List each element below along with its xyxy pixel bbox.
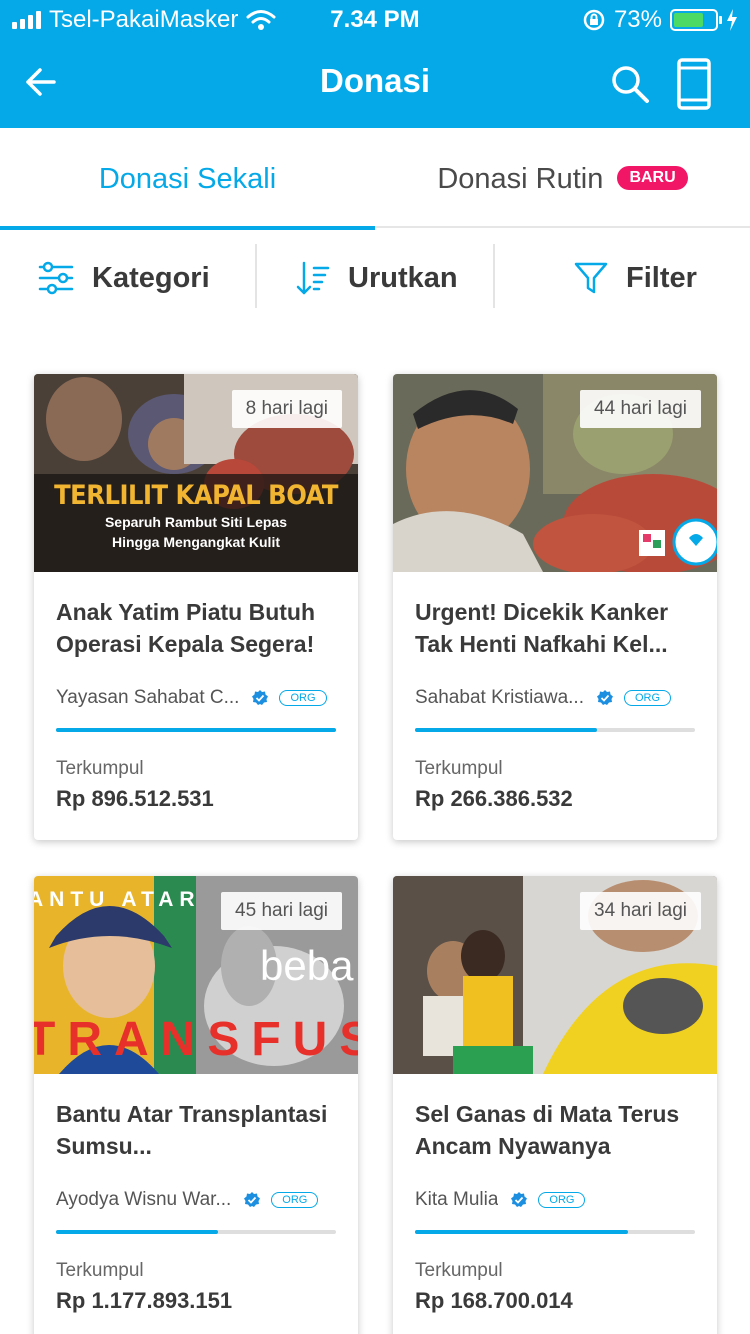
collected-amount: Rp 266.386.532 bbox=[415, 786, 573, 811]
progress-bar bbox=[56, 1230, 219, 1234]
tab-donasi-rutin[interactable]: Donasi Rutin BARU bbox=[375, 128, 750, 228]
campaign-image: 34 hari lagi bbox=[393, 876, 717, 1074]
org-tag: ORG bbox=[271, 1192, 319, 1208]
organizer-row: Yayasan Sahabat C... ORG bbox=[56, 686, 336, 710]
rotation-lock-icon bbox=[583, 9, 605, 31]
kategori-label: Kategori bbox=[92, 261, 210, 294]
progress-track bbox=[56, 728, 336, 732]
progress-bar bbox=[56, 728, 336, 732]
battery-fill bbox=[674, 13, 704, 27]
org-tag: ORG bbox=[538, 1192, 586, 1208]
collected-amount: Rp 1.177.893.151 bbox=[56, 1288, 233, 1313]
sliders-icon bbox=[38, 261, 74, 295]
battery-percent: 73% bbox=[613, 6, 662, 33]
image-headline: TERLILIT KAPAL BOAT bbox=[54, 480, 338, 511]
progress-track bbox=[56, 1230, 336, 1234]
verified-icon bbox=[596, 690, 613, 705]
campaign-image: 44 hari lagi bbox=[393, 374, 717, 572]
campaign-image: ANTU ATAR beba TRANSFUS 45 hari lagi bbox=[34, 876, 358, 1074]
campaign-title: Anak Yatim Piatu Butuh Operasi Kepala Se… bbox=[56, 599, 316, 657]
collected-label: Terkumpul bbox=[56, 758, 144, 779]
funnel-icon bbox=[574, 262, 608, 294]
verified-icon bbox=[252, 690, 269, 705]
campaign-card[interactable]: 34 hari lagi Sel Ganas di Mata Terus Anc… bbox=[393, 876, 717, 1334]
image-text-bottom: TRANSFUS bbox=[34, 1013, 358, 1066]
days-left-badge: 8 hari lagi bbox=[231, 390, 342, 428]
tab-donasi-sekali[interactable]: Donasi Sekali bbox=[0, 128, 375, 230]
battery-icon bbox=[670, 9, 722, 31]
sort-icon bbox=[296, 261, 330, 295]
collected-label: Terkumpul bbox=[56, 1260, 144, 1281]
charging-bolt-icon bbox=[727, 9, 737, 31]
org-tag: ORG bbox=[623, 690, 672, 706]
filter-bar: Kategori Urutkan Filter bbox=[0, 230, 750, 326]
org-tag: ORG bbox=[279, 690, 327, 706]
campaign-card[interactable]: 44 hari lagi Urgent! Dicekik Kanker Tak … bbox=[393, 374, 717, 840]
urutkan-button[interactable]: Urutkan bbox=[296, 230, 458, 326]
page-icon[interactable] bbox=[672, 56, 716, 112]
tab-label: Donasi Rutin bbox=[437, 163, 604, 195]
campaign-card[interactable]: ANTU ATAR beba TRANSFUS 45 hari lagi Ban… bbox=[34, 876, 358, 1334]
divider bbox=[493, 244, 495, 308]
organizer-name: Sahabat Kristiawa... bbox=[415, 687, 584, 708]
days-left-badge: 44 hari lagi bbox=[580, 390, 701, 428]
status-bar-right: 73% bbox=[582, 6, 738, 34]
campaign-title: Sel Ganas di Mata Terus Ancam Nyawanya bbox=[415, 1101, 680, 1159]
campaign-title: Bantu Atar Transplantasi Sumsu... bbox=[56, 1101, 328, 1159]
days-left-badge: 34 hari lagi bbox=[580, 892, 701, 930]
campaign-title: Urgent! Dicekik Kanker Tak Henti Nafkahi… bbox=[415, 599, 669, 657]
filter-button[interactable]: Filter bbox=[574, 230, 697, 326]
organizer-row: Ayodya Wisnu War... ORG bbox=[56, 1188, 336, 1212]
image-subline: Hingga Mengangkat Kulit bbox=[112, 534, 280, 550]
campaign-card[interactable]: TERLILIT KAPAL BOAT Separuh Rambut Siti … bbox=[34, 374, 358, 840]
organizer-name: Yayasan Sahabat C... bbox=[56, 687, 240, 708]
verified-icon bbox=[511, 1192, 528, 1207]
progress-bar bbox=[415, 728, 597, 732]
urutkan-label: Urutkan bbox=[348, 261, 458, 294]
collected-label: Terkumpul bbox=[415, 1260, 503, 1281]
collected-amount: Rp 896.512.531 bbox=[56, 786, 214, 811]
app-bar: Donasi bbox=[0, 40, 750, 128]
image-subline: Separuh Rambut Siti Lepas bbox=[104, 514, 288, 530]
new-badge: BARU bbox=[617, 166, 688, 190]
image-text-right: beba bbox=[260, 942, 354, 989]
campaign-image: TERLILIT KAPAL BOAT Separuh Rambut Siti … bbox=[34, 374, 358, 572]
divider bbox=[255, 244, 257, 308]
verified-icon bbox=[244, 1192, 261, 1207]
tab-label: Donasi Sekali bbox=[98, 163, 277, 195]
search-icon[interactable] bbox=[608, 62, 652, 106]
progress-bar bbox=[415, 1230, 628, 1234]
image-text-top: ANTU ATAR bbox=[34, 888, 201, 911]
organizer-row: Kita Mulia ORG bbox=[415, 1188, 695, 1212]
filter-label: Filter bbox=[626, 261, 697, 294]
collected-label: Terkumpul bbox=[415, 758, 503, 779]
progress-track bbox=[415, 728, 695, 732]
collected-amount: Rp 168.700.014 bbox=[415, 1288, 573, 1313]
organizer-row: Sahabat Kristiawa... ORG bbox=[415, 686, 695, 710]
days-left-badge: 45 hari lagi bbox=[221, 892, 342, 930]
status-bar: Tsel-PakaiMasker 7.34 PM 73% bbox=[0, 0, 750, 40]
organizer-name: Kita Mulia bbox=[415, 1189, 499, 1210]
organizer-name: Ayodya Wisnu War... bbox=[56, 1189, 232, 1210]
progress-track bbox=[415, 1230, 695, 1234]
kategori-button[interactable]: Kategori bbox=[38, 230, 210, 326]
donation-tabs: Donasi Sekali Donasi Rutin BARU bbox=[0, 128, 750, 230]
